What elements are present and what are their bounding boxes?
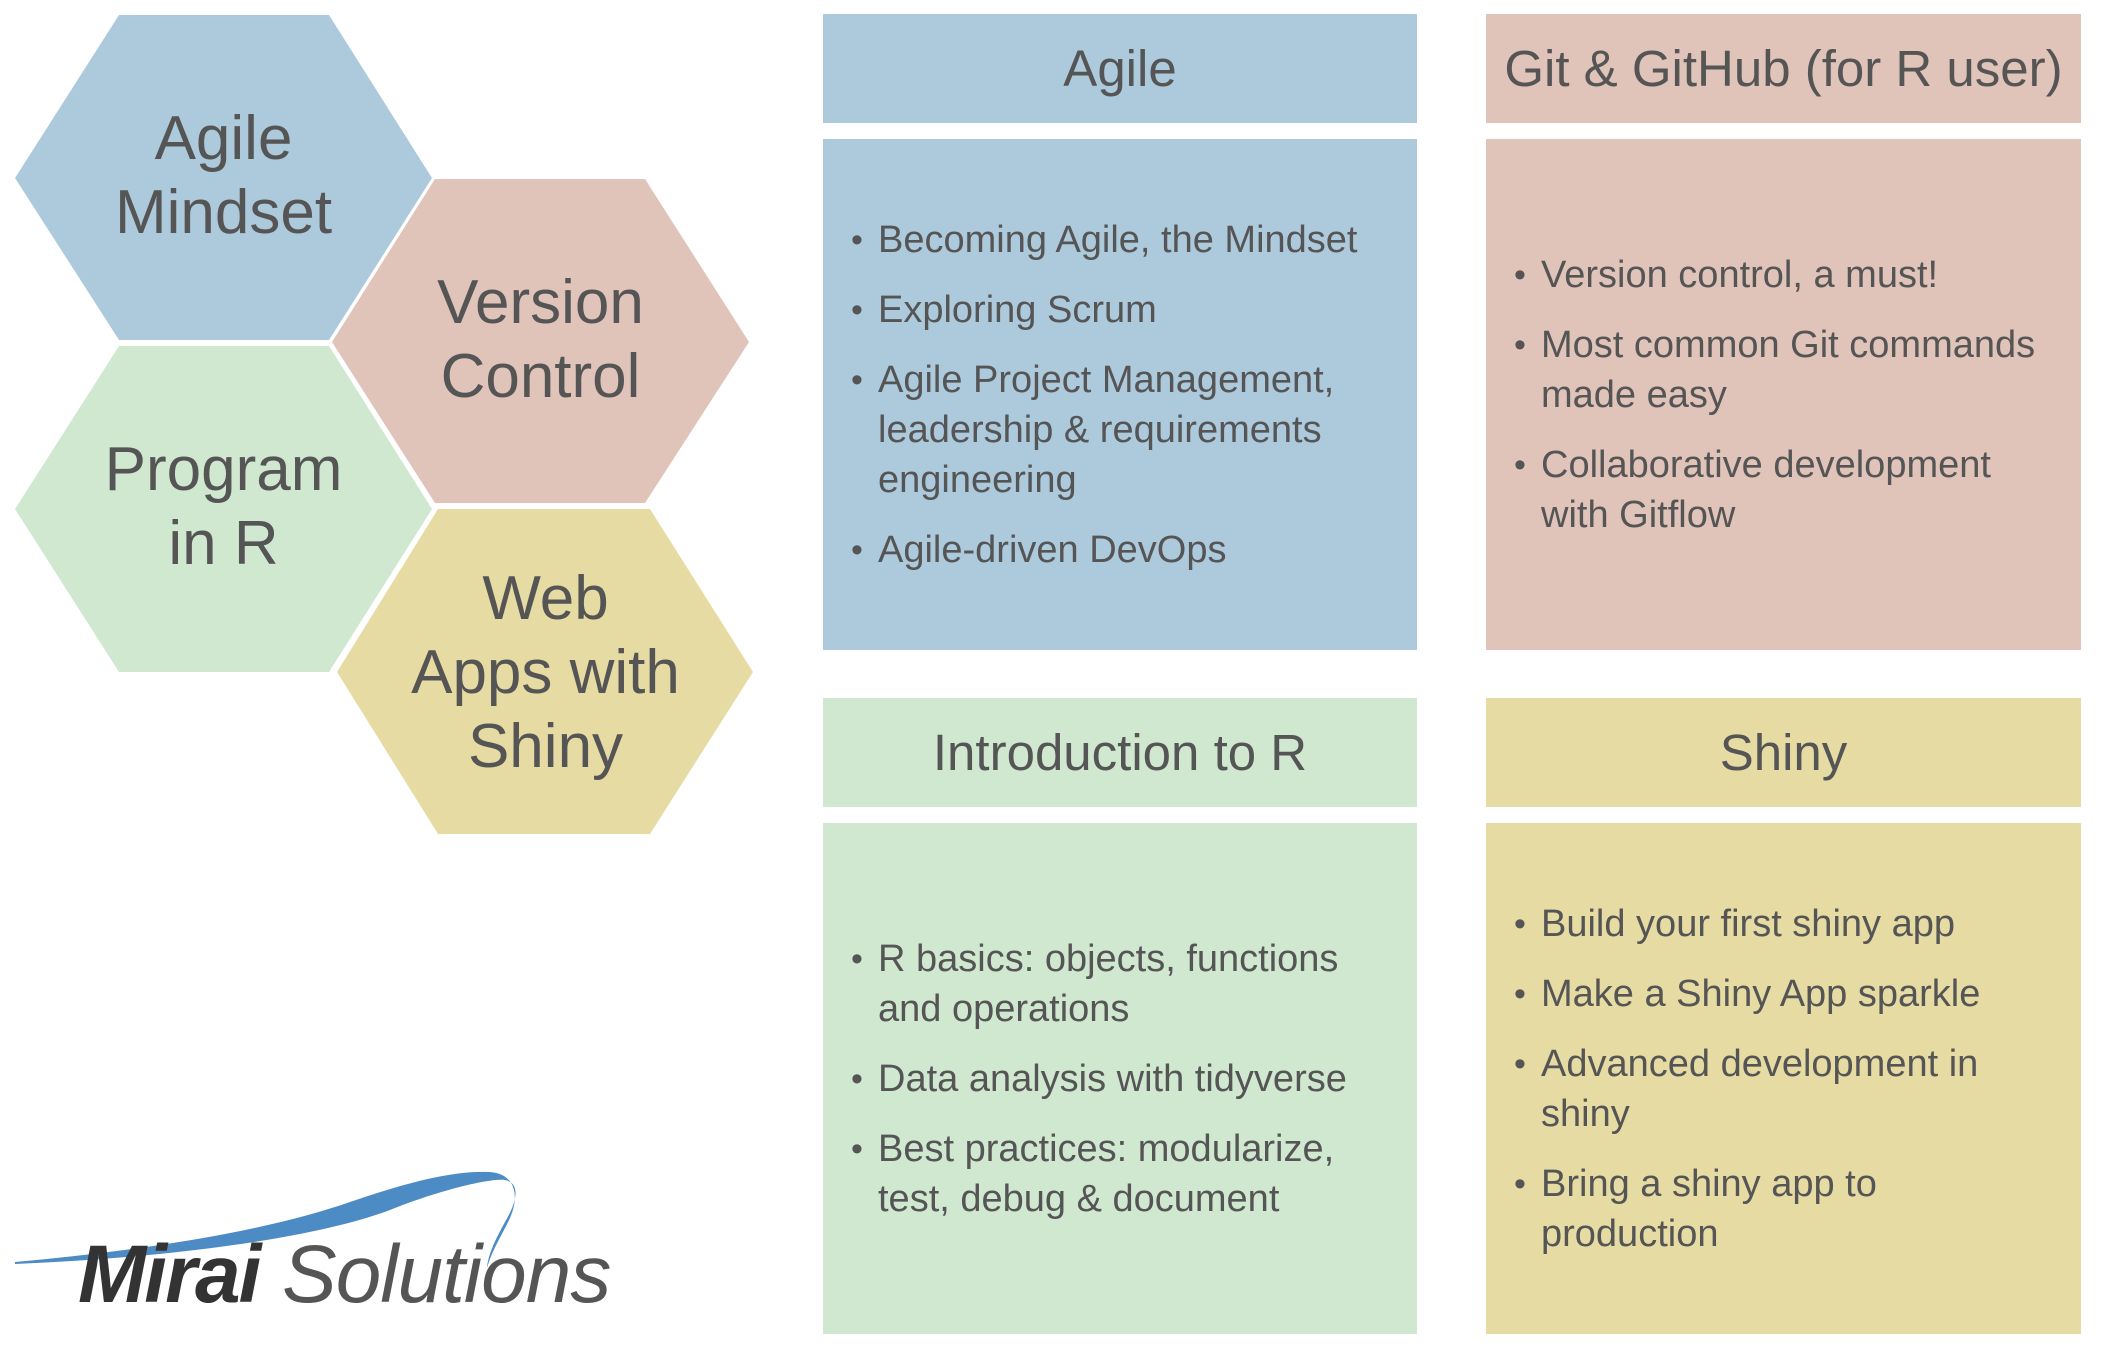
bullet-icon: •: [1514, 325, 1526, 364]
bullet-icon: •: [1514, 1164, 1526, 1203]
course-topic: • Data analysis with tidyverse: [851, 1054, 1397, 1104]
course-topic: • Becoming Agile, the Mindset: [851, 215, 1397, 265]
hex-line: Control: [440, 342, 641, 411]
course-header-agile: Agile: [823, 14, 1417, 123]
topic-text: Most common Git commands made easy: [1541, 323, 2036, 416]
hex-line: Mindset: [114, 178, 333, 247]
hexagon-label-program-in-r: Program in R: [15, 433, 432, 581]
course-body-intro-r: • R basics: objects, functions and operat…: [823, 823, 1417, 1334]
hex-line: Shiny: [467, 712, 624, 781]
hex-line: Apps with: [411, 638, 680, 707]
topic-text: Agile Project Management, leadership & r…: [878, 358, 1335, 501]
bullet-icon: •: [851, 530, 863, 569]
course-topic: • Most common Git commands made easy: [1514, 320, 2061, 420]
course-topic: • Collaborative development with Gitflow: [1514, 440, 2061, 540]
course-topic: • Bring a shiny app to production: [1514, 1159, 2061, 1259]
topic-text: Version control, a must!: [1541, 253, 1939, 296]
topic-text: R basics: objects, functions and operati…: [878, 937, 1339, 1030]
hexagon-label-agile-mindset: Agile Mindset: [15, 102, 432, 250]
bullet-icon: •: [1514, 255, 1526, 294]
hex-line: Agile: [154, 104, 293, 173]
bullet-icon: •: [1514, 974, 1526, 1013]
bullet-icon: •: [851, 360, 863, 399]
hex-line: Version: [437, 268, 644, 337]
topic-text: Becoming Agile, the Mindset: [878, 218, 1358, 261]
topic-text: Agile-driven DevOps: [878, 528, 1227, 571]
bullet-icon: •: [851, 1129, 863, 1168]
course-topic: • Version control, a must!: [1514, 250, 2061, 300]
mirai-solutions-logo: Mirai Solutions: [10, 1150, 611, 1320]
course-header-shiny: Shiny: [1486, 698, 2081, 807]
course-body-agile: • Becoming Agile, the Mindset • Exploring …: [823, 139, 1417, 650]
course-title: Git & GitHub (for R user): [1504, 40, 2063, 97]
course-topic-list: • Build your first shiny app • Make a Shin…: [1486, 899, 2081, 1259]
course-topic: • Best practices: modularize, test, debug…: [851, 1124, 1397, 1224]
course-topic-list: • R basics: objects, functions and operat…: [823, 934, 1417, 1224]
course-body-shiny: • Build your first shiny app • Make a Shin…: [1486, 823, 2081, 1334]
topic-text: Advanced development in shiny: [1541, 1042, 1979, 1135]
course-topic: • Agile-driven DevOps: [851, 525, 1397, 575]
course-title: Introduction to R: [932, 724, 1308, 781]
course-topic: • Advanced development in shiny: [1514, 1039, 2061, 1139]
course-topic: • Make a Shiny App sparkle: [1514, 969, 2061, 1019]
bullet-icon: •: [1514, 445, 1526, 484]
bullet-icon: •: [1514, 1044, 1526, 1083]
topic-text: Make a Shiny App sparkle: [1541, 972, 1981, 1015]
course-title: Agile: [1063, 40, 1177, 97]
topic-text: Data analysis with tidyverse: [878, 1057, 1347, 1100]
bullet-icon: •: [1514, 904, 1526, 943]
bullet-icon: •: [851, 1059, 863, 1098]
hexagon-label-web-apps-shiny: Web Apps with Shiny: [337, 562, 754, 784]
logo-word-mirai: Mirai: [78, 1229, 261, 1320]
course-topic: • R basics: objects, functions and operat…: [851, 934, 1397, 1034]
logo-word-solutions: Solutions: [282, 1229, 611, 1320]
topic-text: Bring a shiny app to production: [1541, 1162, 1877, 1255]
topic-text: Build your first shiny app: [1541, 902, 1955, 945]
course-topic-list: • Version control, a must! • Most common G…: [1486, 250, 2081, 540]
course-topic-list: • Becoming Agile, the Mindset • Exploring …: [823, 215, 1417, 575]
course-topic: • Agile Project Management, leadership & …: [851, 355, 1397, 505]
bullet-icon: •: [851, 939, 863, 978]
topic-text: Exploring Scrum: [878, 288, 1157, 331]
course-title: Shiny: [1719, 724, 1848, 781]
course-topic: • Build your first shiny app: [1514, 899, 2061, 949]
hex-line: Program: [104, 435, 343, 504]
bullet-icon: •: [851, 220, 863, 259]
hex-line: Web: [482, 564, 609, 633]
hexagon-label-version-control: Version Control: [332, 266, 749, 414]
course-body-git: • Version control, a must! • Most common G…: [1486, 139, 2081, 650]
topic-text: Collaborative development with Gitflow: [1541, 443, 1991, 536]
topic-text: Best practices: modularize, test, debug …: [878, 1127, 1335, 1220]
course-header-git: Git & GitHub (for R user): [1486, 14, 2081, 123]
course-topic: • Exploring Scrum: [851, 285, 1397, 335]
bullet-icon: •: [851, 290, 863, 329]
course-header-intro-r: Introduction to R: [823, 698, 1417, 807]
